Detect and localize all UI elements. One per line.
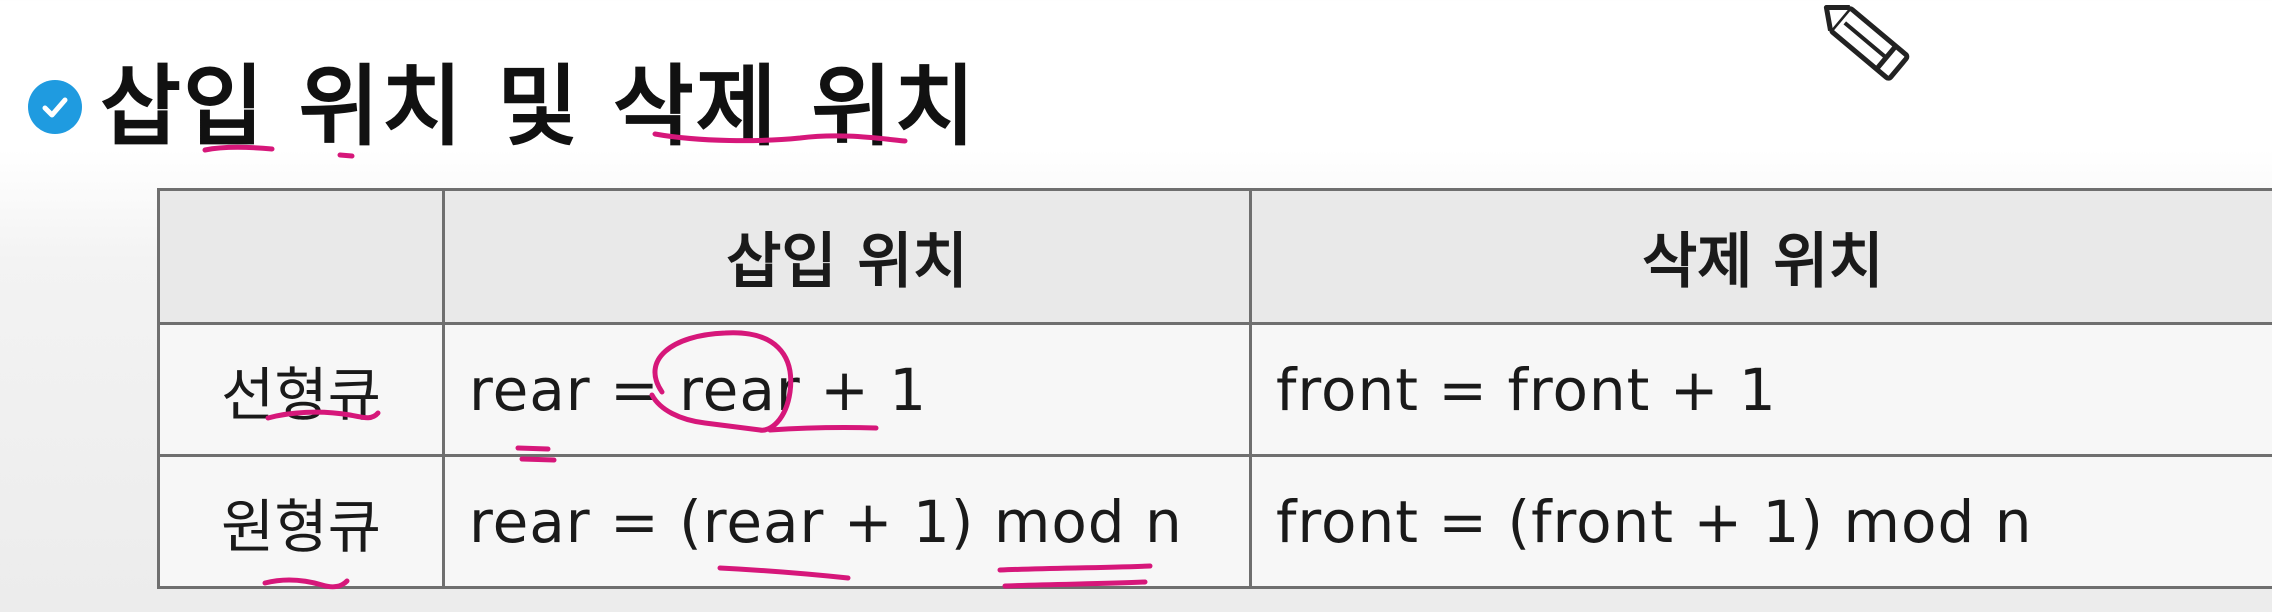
table-header-delete: 삭제 위치 (1249, 188, 2272, 325)
delete-formula-linear: front = front + 1 (1249, 322, 2272, 457)
table-header-row: 삽입 위치 삭제 위치 (157, 188, 2272, 325)
section-heading: 삽입 위치 및 삭제 위치 (28, 42, 977, 172)
table-row: 원형큐 rear = (rear + 1) mod n front = (fro… (157, 454, 2272, 589)
pencil-icon[interactable] (1808, 0, 1928, 100)
check-circle-icon (28, 80, 82, 134)
page-title: 삽입 위치 및 삭제 위치 (100, 55, 978, 158)
insert-formula-linear: rear = rear + 1 (442, 322, 1252, 457)
table-header-empty (157, 188, 445, 325)
row-label-linear-queue: 선형큐 (157, 322, 445, 457)
queue-position-table-container: 삽입 위치 삭제 위치 선형큐 rear = rear + 1 front = … (157, 188, 2272, 589)
insert-formula-circular: rear = (rear + 1) mod n (442, 454, 1252, 589)
queue-position-table: 삽입 위치 삭제 위치 선형큐 rear = rear + 1 front = … (157, 188, 2272, 589)
table-row: 선형큐 rear = rear + 1 front = front + 1 (157, 322, 2272, 457)
delete-formula-circular: front = (front + 1) mod n (1249, 454, 2272, 589)
table-header-insert: 삽입 위치 (442, 188, 1252, 325)
row-label-circular-queue: 원형큐 (157, 454, 445, 589)
